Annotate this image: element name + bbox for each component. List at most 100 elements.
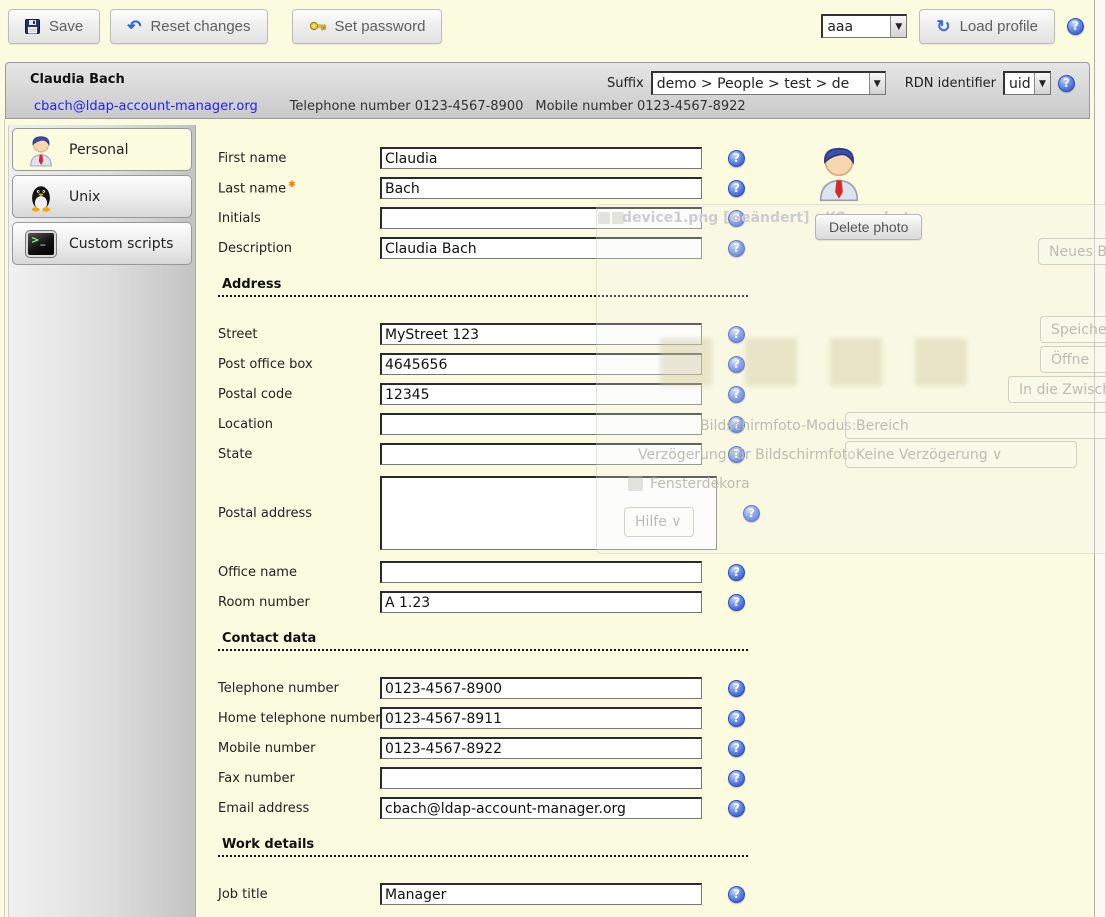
help-icon[interactable]: ? bbox=[728, 240, 745, 257]
first-name-input[interactable] bbox=[380, 147, 702, 169]
room-number-input[interactable] bbox=[380, 591, 702, 613]
help-icon[interactable]: ? bbox=[1067, 18, 1084, 35]
help-icon[interactable]: ? bbox=[728, 180, 745, 197]
form-row: State? bbox=[218, 443, 766, 465]
help-icon[interactable]: ? bbox=[728, 680, 745, 697]
help-icon[interactable]: ? bbox=[728, 740, 745, 757]
job-title-input[interactable] bbox=[380, 883, 702, 905]
location-input[interactable] bbox=[380, 413, 702, 435]
tux-icon bbox=[26, 181, 56, 213]
ghost-dropdown: Bereich bbox=[845, 412, 1106, 439]
form-row: Street? bbox=[218, 323, 766, 345]
delete-photo-button[interactable]: Delete photo bbox=[815, 214, 922, 240]
save-button[interactable]: Save bbox=[8, 9, 100, 44]
chevron-down-icon: ▼ bbox=[869, 73, 885, 94]
field-label: Room number bbox=[218, 595, 380, 610]
form-row: Email address? bbox=[218, 797, 766, 819]
field-label: Home telephone number bbox=[218, 711, 380, 726]
postal-address-input[interactable] bbox=[380, 476, 717, 550]
tab-custom-scripts[interactable]: Custom scripts bbox=[12, 222, 192, 265]
tab-unix[interactable]: Unix bbox=[12, 175, 192, 218]
field-label: Last name✱ bbox=[218, 180, 380, 196]
scrollbar[interactable] bbox=[1094, 0, 1106, 917]
help-icon[interactable]: ? bbox=[743, 505, 760, 522]
help-icon[interactable]: ? bbox=[728, 386, 745, 403]
rdn-label: RDN identifier bbox=[905, 76, 996, 91]
last-name-input[interactable] bbox=[380, 177, 702, 199]
module-sidebar: Personal Unix Custom scripts bbox=[8, 125, 196, 917]
street-input[interactable] bbox=[380, 323, 702, 345]
profile-group: aaa ▼ ↻ Load profile ? bbox=[821, 9, 1084, 44]
email-link[interactable]: cbach@ldap-account-manager.org bbox=[34, 99, 258, 114]
help-icon[interactable]: ? bbox=[728, 594, 745, 611]
help-icon[interactable]: ? bbox=[728, 210, 745, 227]
form-row: Last name✱? bbox=[218, 177, 766, 199]
header-controls: Suffix demo > People > test > de ▼ RDN i… bbox=[607, 71, 1075, 95]
rdn-select-value: uid bbox=[1005, 76, 1034, 92]
help-icon[interactable]: ? bbox=[728, 356, 745, 373]
header-mobile: Mobile number 0123-4567-8922 bbox=[535, 99, 745, 114]
field-label: Office name bbox=[218, 565, 380, 580]
account-header: Claudia Bach Suffix demo > People > test… bbox=[5, 62, 1090, 119]
form-row: Room number? bbox=[218, 591, 766, 613]
suffix-label: Suffix bbox=[607, 76, 644, 91]
chevron-down-icon: ▼ bbox=[1034, 73, 1050, 94]
field-label: Email address bbox=[218, 801, 380, 816]
form-row: Mobile number? bbox=[218, 737, 766, 759]
help-icon[interactable]: ? bbox=[728, 800, 745, 817]
suffix-select[interactable]: demo > People > test > de ▼ bbox=[651, 71, 886, 95]
field-label: Post office box bbox=[218, 357, 380, 372]
undo-arrow-icon: ↶ bbox=[127, 18, 141, 35]
mobile-number-input[interactable] bbox=[380, 737, 702, 759]
field-label: Telephone number bbox=[218, 681, 380, 696]
reset-changes-button[interactable]: ↶ Reset changes bbox=[110, 9, 267, 44]
help-icon[interactable]: ? bbox=[728, 886, 745, 903]
section-heading: Address bbox=[218, 277, 748, 297]
form-row: Job title? bbox=[218, 883, 766, 905]
home-telephone-number-input[interactable] bbox=[380, 707, 702, 729]
telephone-number-input[interactable] bbox=[380, 677, 702, 699]
initials-input[interactable] bbox=[380, 207, 702, 229]
field-label: Street bbox=[218, 327, 380, 342]
form-row: Post office box? bbox=[218, 353, 766, 375]
office-name-input[interactable] bbox=[380, 561, 702, 583]
email-address-input[interactable] bbox=[380, 797, 702, 819]
form-row: Home telephone number? bbox=[218, 707, 766, 729]
description-input[interactable] bbox=[380, 237, 702, 259]
header-phone: Telephone number 0123-4567-8900 bbox=[290, 99, 524, 114]
refresh-icon: ↻ bbox=[936, 18, 950, 35]
form-row: Office name? bbox=[218, 561, 766, 583]
help-icon[interactable]: ? bbox=[728, 564, 745, 581]
form-row: Location? bbox=[218, 413, 766, 435]
help-icon[interactable]: ? bbox=[728, 446, 745, 463]
profile-select[interactable]: aaa ▼ bbox=[821, 14, 907, 38]
person-icon bbox=[26, 133, 56, 167]
container-border bbox=[4, 119, 5, 917]
ghost-button: In die Zwischen bbox=[1008, 376, 1106, 403]
state-input[interactable] bbox=[380, 443, 702, 465]
set-password-button[interactable]: Set password bbox=[292, 9, 443, 44]
required-marker: ✱ bbox=[288, 180, 296, 190]
post-office-box-input[interactable] bbox=[380, 353, 702, 375]
load-profile-button[interactable]: ↻ Load profile bbox=[919, 9, 1055, 44]
help-icon[interactable]: ? bbox=[728, 150, 745, 167]
toolbar: Save ↶ Reset changes Set password aaa ▼ … bbox=[0, 0, 1092, 52]
help-icon[interactable]: ? bbox=[1058, 75, 1075, 92]
rdn-select[interactable]: uid ▼ bbox=[1003, 71, 1051, 95]
help-icon[interactable]: ? bbox=[728, 416, 745, 433]
form-row: Postal code? bbox=[218, 383, 766, 405]
floppy-icon bbox=[25, 19, 40, 34]
help-icon[interactable]: ? bbox=[728, 710, 745, 727]
header-contact-row: cbach@ldap-account-manager.org Telephone… bbox=[34, 99, 746, 114]
ghost-thumbnail bbox=[915, 338, 967, 386]
form-row: Description? bbox=[218, 237, 766, 259]
help-icon[interactable]: ? bbox=[728, 770, 745, 787]
fax-number-input[interactable] bbox=[380, 767, 702, 789]
field-label: Description bbox=[218, 241, 380, 256]
tab-label: Personal bbox=[69, 142, 129, 158]
form-row: Fax number? bbox=[218, 767, 766, 789]
tab-personal[interactable]: Personal bbox=[12, 128, 192, 171]
set-password-label: Set password bbox=[335, 18, 426, 35]
help-icon[interactable]: ? bbox=[728, 326, 745, 343]
postal-code-input[interactable] bbox=[380, 383, 702, 405]
